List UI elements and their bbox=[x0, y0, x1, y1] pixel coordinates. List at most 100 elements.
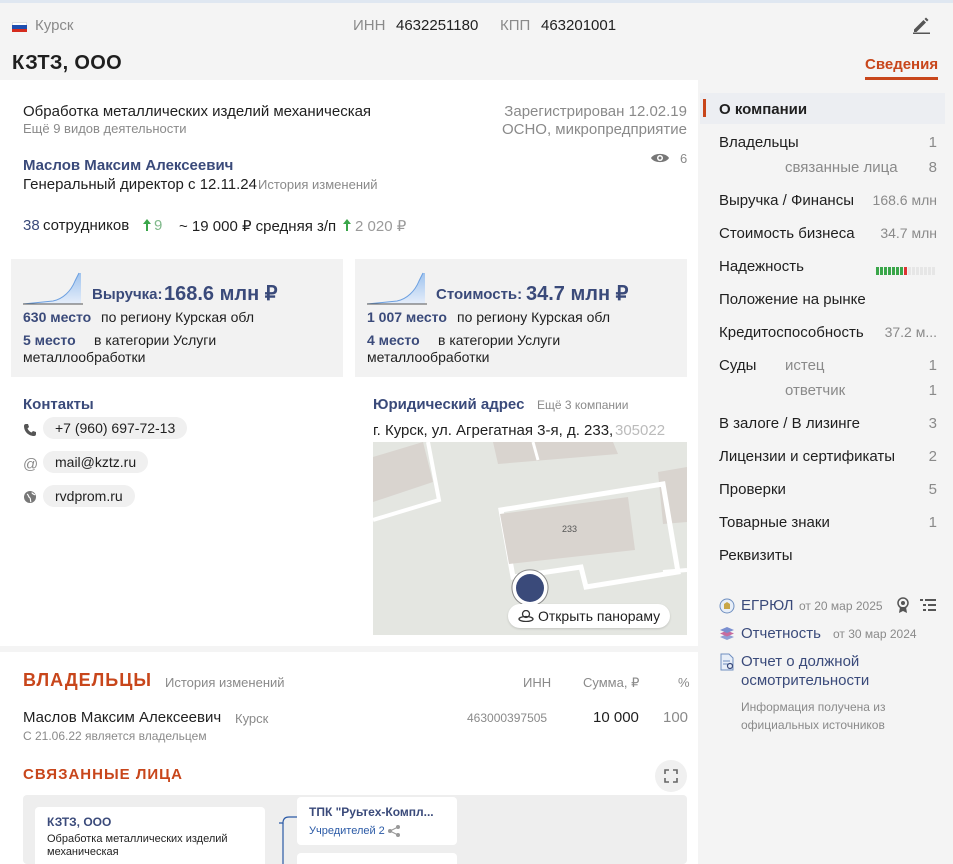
sidebar-nav: О компании Владельцы 1 связанные лица 8 … bbox=[700, 80, 953, 864]
due-diligence-link[interactable]: Отчет о должной осмотрительности bbox=[741, 652, 931, 690]
sidebar-item-inspections[interactable]: Проверки bbox=[719, 481, 786, 498]
sidebar-item-requisites[interactable]: Реквизиты bbox=[719, 547, 793, 564]
sidebar-item-finance[interactable]: Выручка / Финансы bbox=[719, 192, 854, 209]
graph-node-next[interactable] bbox=[297, 853, 457, 864]
revenue-rank-region-text: по региону Курская обл bbox=[101, 309, 254, 325]
sidebar-count-related: 8 bbox=[928, 159, 937, 176]
sidebar-item-market[interactable]: Положение на рынке bbox=[719, 291, 866, 308]
reliability-segment bbox=[876, 267, 879, 275]
open-panorama-button[interactable]: Открыть панораму bbox=[508, 604, 671, 628]
phone-chip[interactable]: +7 (960) 697-72-13 bbox=[43, 417, 188, 439]
company-overview: Обработка металлических изделий механиче… bbox=[0, 80, 698, 646]
share-icon[interactable] bbox=[387, 825, 401, 837]
sidebar-item-plaintiff[interactable]: истец bbox=[785, 357, 825, 374]
average-salary: ~ 19 000 ₽ средняя з/п bbox=[179, 218, 337, 235]
related-graph[interactable]: КЗТЗ, ООО Обработка металлических издели… bbox=[23, 795, 687, 864]
sidebar-active-marker bbox=[703, 99, 706, 117]
sidebar-item-reliability[interactable]: Надежность bbox=[719, 258, 804, 275]
owner-name[interactable]: Маслов Максим Алексеевич bbox=[23, 709, 221, 726]
sidebar-count-pledge: 3 bbox=[928, 415, 937, 432]
egrul-link[interactable]: ЕГРЮЛ bbox=[741, 597, 793, 614]
reliability-segment bbox=[896, 267, 899, 275]
registration-date: Зарегистрирован 12.02.19 bbox=[504, 103, 687, 120]
sidebar-item-related[interactable]: связанные лица bbox=[785, 159, 898, 176]
related-title: СВЯЗАННЫЕ ЛИЦА bbox=[23, 766, 183, 783]
business-value-card[interactable]: Стоимость: 34.7 млн ₽ 1 007 место по рег… bbox=[355, 259, 687, 377]
owners-col-inn: ИНН bbox=[523, 675, 552, 690]
sidebar-item-licenses[interactable]: Лицензии и сертификаты bbox=[719, 448, 895, 465]
sidebar-count-finance: 168.6 млн bbox=[872, 192, 937, 208]
owner-pct: 100 bbox=[663, 709, 689, 726]
sidebar-item-owners[interactable]: Владельцы bbox=[719, 134, 799, 151]
arrow-up-icon bbox=[143, 219, 151, 231]
egrul-date: от 20 мар 2025 bbox=[799, 599, 883, 613]
director-history-link[interactable]: История изменений bbox=[258, 177, 378, 192]
sidebar-item-business-value[interactable]: Стоимость бизнеса bbox=[719, 225, 855, 242]
reliability-meter bbox=[876, 262, 937, 275]
employees-delta: 9 bbox=[154, 217, 163, 234]
owners-history-link[interactable]: История изменений bbox=[165, 675, 285, 690]
graph-node-company[interactable]: КЗТЗ, ООО Обработка металлических издели… bbox=[35, 807, 265, 864]
inn-label: ИНН bbox=[353, 17, 386, 34]
sidebar-item-defendant[interactable]: ответчик bbox=[785, 382, 845, 399]
more-activities-link[interactable]: Ещё 9 видов деятельности bbox=[23, 121, 187, 136]
address-zip: 305022 bbox=[615, 422, 666, 439]
reliability-segment bbox=[928, 267, 931, 275]
director-name[interactable]: Маслов Максим Алексеевич bbox=[23, 157, 233, 174]
sidebar-count-inspections: 5 bbox=[928, 481, 937, 498]
award-icon[interactable] bbox=[896, 597, 910, 614]
sidebar-item-about[interactable]: О компании bbox=[719, 101, 807, 118]
kpp-value[interactable]: 463201001 bbox=[541, 17, 616, 34]
financial-reports-link[interactable]: Отчетность bbox=[741, 625, 821, 642]
panorama-label: Открыть панораму bbox=[538, 608, 661, 624]
company-title: КЗТЗ, ООО bbox=[12, 52, 122, 74]
value-amount: 34.7 млн ₽ bbox=[526, 283, 629, 305]
pencil-icon[interactable] bbox=[911, 14, 931, 34]
website-chip[interactable]: rvdprom.ru bbox=[43, 485, 135, 507]
arrow-up-icon bbox=[343, 219, 351, 231]
phone-icon bbox=[24, 424, 36, 436]
sidebar-count-owners: 1 bbox=[928, 134, 937, 151]
expand-button[interactable] bbox=[655, 760, 687, 792]
revenue-rank-region: 630 место bbox=[23, 309, 92, 325]
revenue-rank-category-text: в категории Услуги металлообработки bbox=[23, 332, 217, 365]
value-label: Стоимость: bbox=[436, 286, 523, 303]
reliability-segment bbox=[888, 267, 891, 275]
sidebar-item-trademarks[interactable]: Товарные знаки bbox=[719, 514, 830, 531]
sidebar-item-courts[interactable]: Суды bbox=[719, 357, 756, 374]
owners-title: ВЛАДЕЛЬЦЫ bbox=[23, 670, 153, 690]
contacts-title: Контакты bbox=[23, 396, 94, 413]
value-sparkline-icon bbox=[367, 272, 427, 305]
document-check-icon bbox=[720, 653, 734, 671]
views-count: 6 bbox=[680, 151, 688, 166]
graph-connector bbox=[279, 816, 299, 864]
reliability-segment bbox=[904, 267, 907, 275]
owner-sum: 10 000 bbox=[593, 709, 639, 726]
address-map[interactable]: 233 Открыть панораму bbox=[373, 442, 687, 635]
node-company-sub: Обработка металлических изделий механиче… bbox=[47, 833, 228, 858]
globe-icon bbox=[24, 491, 36, 503]
tab-details[interactable]: Сведения bbox=[865, 56, 939, 80]
inn-value[interactable]: 4632251180 bbox=[396, 17, 478, 34]
owners-col-sum: Сумма, ₽ bbox=[583, 675, 640, 690]
owners-section: ВЛАДЕЛЬЦЫ История изменений ИНН Сумма, ₽… bbox=[0, 652, 698, 864]
address-more-link[interactable]: Ещё 3 компании bbox=[537, 398, 628, 412]
revenue-value: 168.6 млн ₽ bbox=[164, 283, 278, 305]
owner-since: С 21.06.22 является владельцем bbox=[23, 729, 207, 743]
sidebar-count-trademarks: 1 bbox=[928, 514, 937, 531]
sidebar-item-credit[interactable]: Кредитоспособность bbox=[719, 324, 864, 341]
panorama-icon bbox=[518, 609, 534, 623]
list-icon[interactable] bbox=[920, 599, 936, 612]
sidebar-item-pledge[interactable]: В залоге / В лизинге bbox=[719, 415, 860, 432]
graph-node-related[interactable]: ТПК "Руьтех-Компл... Учредителей 2 bbox=[297, 797, 457, 845]
revenue-card[interactable]: Выручка: 168.6 млн ₽ 630 место по регион… bbox=[11, 259, 343, 377]
owner-inn: 463000397505 bbox=[467, 711, 548, 725]
email-chip[interactable]: mail@kztz.ru bbox=[43, 451, 149, 473]
sidebar-count-credit: 37.2 м... bbox=[884, 324, 937, 340]
reliability-segment bbox=[900, 267, 903, 275]
reliability-segment bbox=[884, 267, 887, 275]
revenue-label: Выручка: bbox=[92, 286, 163, 303]
main-activity: Обработка металлических изделий механиче… bbox=[23, 103, 372, 120]
kpp-label: КПП bbox=[500, 17, 531, 34]
node-related-title: ТПК "Руьтех-Компл... bbox=[309, 805, 434, 819]
